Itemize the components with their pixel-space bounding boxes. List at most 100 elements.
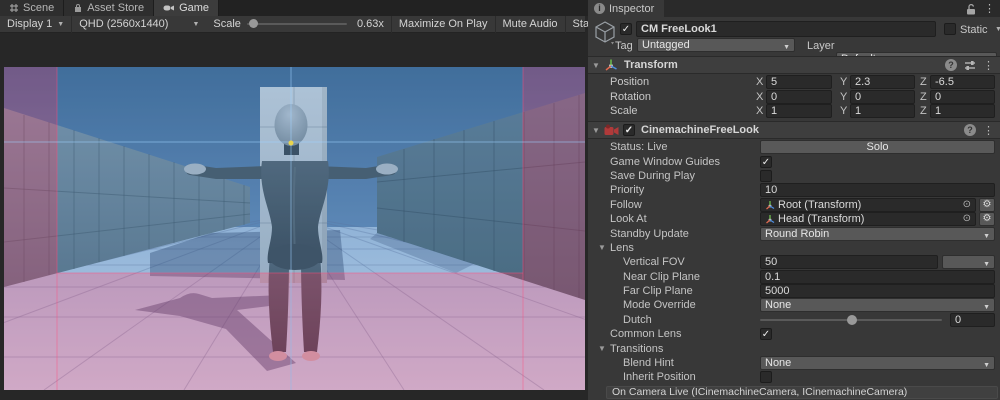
gameobject-cube-icon[interactable] (593, 20, 617, 49)
object-picker-icon[interactable]: ⊙ (963, 213, 971, 225)
rotation-z-field[interactable]: 0 (930, 90, 995, 104)
foldout-arrow-icon[interactable]: ▼ (592, 61, 604, 70)
solo-button[interactable]: Solo (760, 140, 995, 154)
tab-game[interactable]: Game (154, 0, 219, 16)
on-camera-live-event-bar[interactable]: On Camera Live (ICinemachineCamera, ICin… (606, 386, 998, 399)
kebab-menu-icon[interactable]: ⋮ (983, 124, 994, 137)
presets-icon[interactable] (964, 60, 976, 71)
blend-hint-label: Blend Hint (623, 357, 674, 369)
transitions-foldout[interactable]: ▼ Transitions (588, 341, 1000, 355)
display-dropdown-label: Display 1 (7, 18, 52, 30)
blend-hint-dropdown[interactable]: None▼ (760, 356, 995, 370)
lens-foldout[interactable]: ▼ Lens (588, 241, 1000, 255)
mode-override-dropdown[interactable]: None▼ (760, 298, 995, 312)
scale-x-field[interactable]: 1 (766, 104, 832, 118)
fov-preset-dropdown[interactable]: ▼ (942, 255, 995, 269)
far-clip-label: Far Clip Plane (623, 285, 693, 297)
tab-asset-store-label: Asset Store (87, 2, 144, 14)
status-label: Status: Live (610, 141, 667, 153)
axis-z-label: Z (920, 76, 927, 88)
dutch-slider[interactable] (760, 313, 942, 327)
game-view-panel: Scene Asset Store Game Display 1 ▼ QHD (… (0, 0, 588, 400)
scale-slider-knob[interactable] (249, 19, 258, 28)
lock-icon[interactable] (966, 3, 976, 15)
axis-y-label: Y (840, 105, 847, 117)
lookat-object-field[interactable]: Head (Transform) ⊙ (760, 212, 976, 226)
kebab-menu-icon[interactable]: ⋮ (984, 2, 995, 15)
tab-scene[interactable]: Scene (0, 0, 64, 16)
standby-update-dropdown[interactable]: Round Robin▼ (760, 227, 995, 241)
lookat-target-marker (289, 141, 294, 146)
game-window-guides-checkbox[interactable]: ✓ (760, 156, 772, 168)
tab-scene-label: Scene (23, 2, 54, 14)
axis-x-label: X (756, 91, 763, 103)
hard-zone-left (4, 67, 57, 390)
help-icon[interactable]: ? (945, 59, 957, 71)
standby-update-row: Standby Update Round Robin▼ (588, 226, 1000, 240)
near-clip-field[interactable]: 0.1 (760, 270, 995, 284)
display-dropdown[interactable]: Display 1 ▼ (0, 16, 71, 33)
position-z-field[interactable]: -6.5 (930, 75, 995, 89)
object-picker-icon[interactable]: ⊙ (963, 199, 971, 211)
follow-row: Follow Root (Transform) ⊙ ⚙ (588, 198, 1000, 212)
inspector-panel: i Inspector ⋮ ✓ CM FreeLook1 Static ▼ Ta… (588, 0, 1000, 400)
dutch-label: Dutch (623, 314, 652, 326)
tab-asset-store[interactable]: Asset Store (64, 0, 154, 16)
tag-label: Tag (615, 40, 633, 52)
tab-inspector[interactable]: i Inspector (588, 0, 664, 17)
gameobject-name-field[interactable]: CM FreeLook1 (636, 21, 936, 37)
mute-audio-button[interactable]: Mute Audio (495, 16, 565, 33)
mode-override-label: Mode Override (623, 299, 696, 311)
gear-icon[interactable]: ⚙ (979, 198, 995, 212)
static-flags-dropdown[interactable]: ▼ (995, 26, 1000, 33)
rotation-y-field[interactable]: 0 (850, 90, 915, 104)
inherit-position-checkbox[interactable] (760, 371, 772, 383)
scale-z-field[interactable]: 1 (930, 104, 995, 118)
scale-row: Scale X 1 Y 1 Z 1 (588, 104, 1000, 118)
cinemachine-guides (4, 67, 585, 390)
maximize-on-play-button[interactable]: Maximize On Play (391, 16, 495, 33)
gameobject-active-checkbox[interactable]: ✓ (620, 23, 632, 35)
far-clip-row: Far Clip Plane 5000 (588, 284, 1000, 298)
save-during-play-checkbox[interactable] (760, 170, 772, 182)
priority-row: Priority 10 (588, 183, 1000, 197)
common-lens-checkbox[interactable]: ✓ (760, 328, 772, 340)
position-label: Position (610, 76, 649, 88)
cinemachine-enabled-checkbox[interactable]: ✓ (623, 124, 635, 136)
dutch-row: Dutch 0 (588, 313, 1000, 327)
vertical-fov-field[interactable]: 50 (760, 255, 938, 269)
help-icon[interactable]: ? (964, 124, 976, 136)
rotation-x-field[interactable]: 0 (766, 90, 832, 104)
checkmark: ✓ (762, 329, 770, 340)
lookat-label: Look At (610, 213, 647, 225)
dutch-value-field[interactable]: 0 (950, 313, 995, 327)
position-y-field[interactable]: 2.3 (850, 75, 915, 89)
tag-dropdown[interactable]: Untagged▼ (637, 38, 795, 52)
transform-title: Transform (624, 59, 678, 71)
game-tab-bar: Scene Asset Store Game (0, 0, 588, 16)
cinemachine-header[interactable]: ▼ ✓ CinemachineFreeLook ? ⋮ (588, 121, 1000, 139)
foldout-arrow-icon[interactable]: ▼ (592, 126, 604, 135)
status-row: Status: Live Solo (588, 140, 1000, 154)
position-x-field[interactable]: 5 (766, 75, 832, 89)
cinemachine-body: Status: Live Solo Game Window Guides ✓ S… (588, 140, 1000, 385)
static-checkbox[interactable] (944, 23, 956, 35)
resolution-dropdown[interactable]: QHD (2560x1440) ▼ (71, 16, 206, 33)
kebab-menu-icon[interactable]: ⋮ (983, 59, 994, 72)
priority-field[interactable]: 10 (760, 183, 995, 197)
scale-y-field[interactable]: 1 (850, 104, 915, 118)
rotation-row: Rotation X 0 Y 0 Z 0 (588, 90, 1000, 104)
inherit-position-label: Inherit Position (623, 371, 696, 383)
axis-z-label: Z (920, 105, 927, 117)
cinemachine-title: CinemachineFreeLook (641, 124, 759, 136)
follow-object-field[interactable]: Root (Transform) ⊙ (760, 198, 976, 212)
standby-update-label: Standby Update (610, 228, 689, 240)
scale-slider[interactable] (247, 23, 347, 25)
priority-label: Priority (610, 184, 644, 196)
gear-icon[interactable]: ⚙ (979, 212, 995, 226)
dutch-slider-knob[interactable] (847, 315, 857, 325)
position-row: Position X 5 Y 2.3 Z -6.5 (588, 75, 1000, 89)
checkmark: ✓ (622, 24, 630, 35)
far-clip-field[interactable]: 5000 (760, 284, 995, 298)
transform-header[interactable]: ▼ Transform ? ⋮ (588, 56, 1000, 74)
